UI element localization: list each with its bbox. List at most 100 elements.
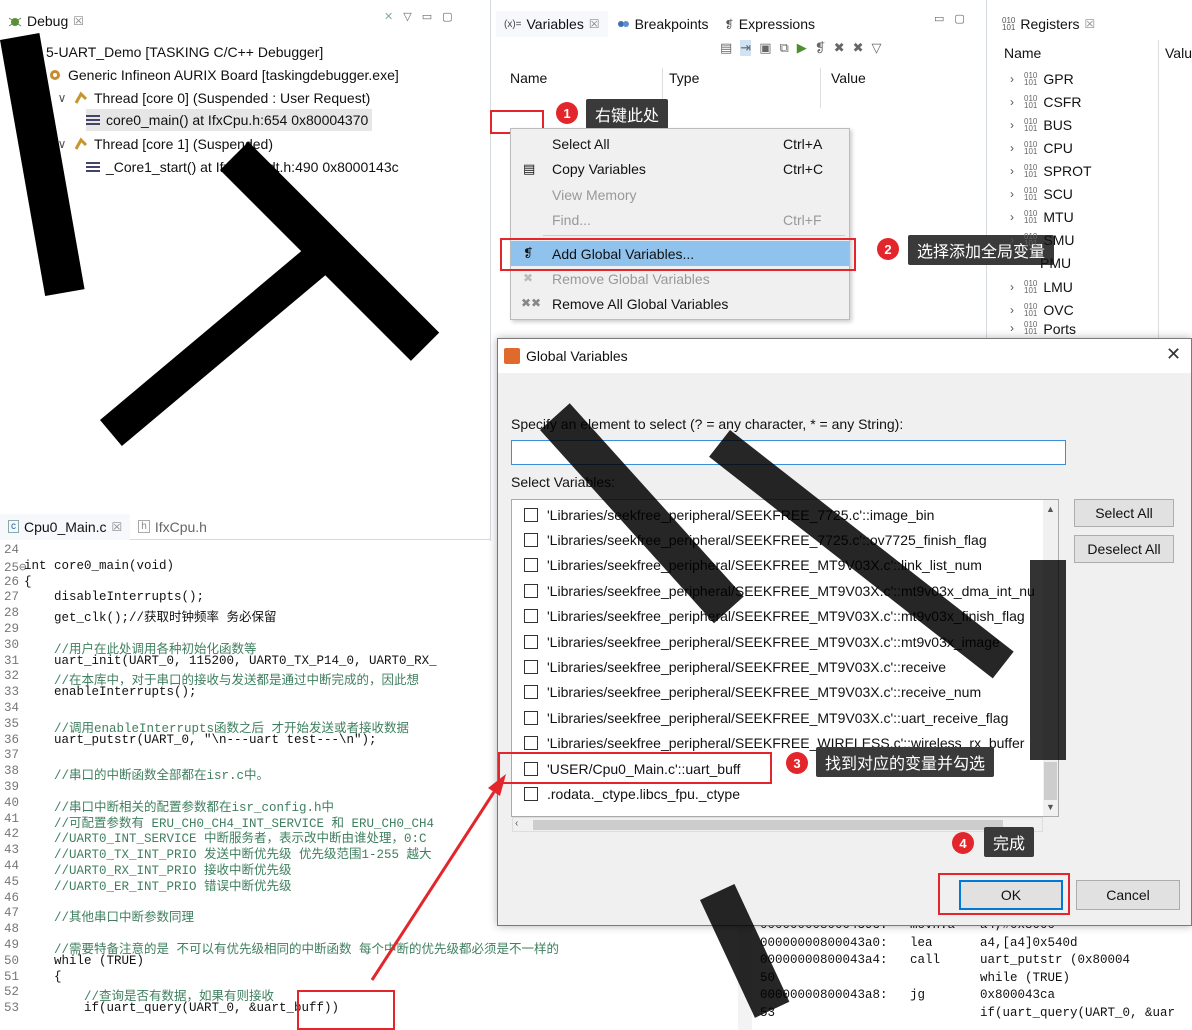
variable-checkbox[interactable] xyxy=(524,659,538,674)
tree-label: 5-UART_Demo [TASKING C/C++ Debugger] xyxy=(46,44,324,60)
column-value[interactable]: Value xyxy=(831,70,866,86)
view-menu-icon[interactable]: ▽ xyxy=(872,40,882,56)
chevron-right-icon[interactable]: › xyxy=(1006,321,1018,335)
variable-list-item[interactable]: 'Libraries/seekfree_peripheral/SEEKFREE_… xyxy=(524,502,934,527)
tab-expressions[interactable]: ❡ Expressions xyxy=(717,11,823,37)
minimize-icon[interactable]: ▭ xyxy=(934,12,944,25)
variable-checkbox[interactable] xyxy=(524,558,538,573)
menu-item-remove-all-global-variables[interactable]: ✖✖ Remove All Global Variables xyxy=(511,291,849,316)
registers-column-value[interactable]: Valu xyxy=(1165,45,1192,61)
tab-ifxcpu[interactable]: h IfxCpu.h xyxy=(130,514,215,540)
menu-item-copy-variables[interactable]: ▤ Copy Variables Ctrl+C xyxy=(511,156,849,181)
close-icon[interactable]: ☒ xyxy=(73,14,84,28)
code-line: 38 //串口的中断函数全部都在isr.c中。 xyxy=(0,764,269,783)
tab-registers[interactable]: 010 101 Registers ☒ xyxy=(994,11,1103,37)
tab-breakpoints[interactable]: Breakpoints xyxy=(608,11,717,37)
variable-list-item[interactable]: 'Libraries/seekfree_peripheral/SEEKFREE_… xyxy=(524,680,981,705)
collapse-all-icon[interactable]: ▤ xyxy=(720,40,732,56)
expressions-icon[interactable]: ❡ xyxy=(815,40,826,56)
line-number: 53 xyxy=(4,1001,20,1016)
horizontal-scrollbar[interactable]: ‹ xyxy=(512,817,1043,832)
callout-step3: 找到对应的变量并勾选 xyxy=(816,747,995,777)
register-group-gpr[interactable]: › 010 101 GPR xyxy=(1006,67,1074,90)
deselect-all-button[interactable]: Deselect All xyxy=(1074,535,1174,563)
chevron-down-icon[interactable]: ∨ xyxy=(56,91,68,105)
tab-variables[interactable]: (x)= Variables ☒ xyxy=(496,11,608,37)
chevron-right-icon[interactable]: › xyxy=(1006,303,1018,317)
registers-column-name[interactable]: Name xyxy=(1004,45,1041,61)
variable-list-item[interactable]: 'Libraries/seekfree_peripheral/SEEKFREE_… xyxy=(524,705,1008,730)
tree-frame-core0[interactable]: core0_main() at IfxCpu.h:654 0x80004370 xyxy=(86,109,373,131)
column-name[interactable]: Name xyxy=(510,70,547,86)
variable-checkbox[interactable] xyxy=(524,507,538,522)
register-group-label: MTU xyxy=(1043,208,1074,225)
remove-icon[interactable]: ✖ xyxy=(834,40,845,56)
add-global-icon[interactable]: ▶ xyxy=(797,40,807,56)
tree-thread-core0[interactable]: ∨ Thread [core 0] (Suspended : User Requ… xyxy=(56,87,371,109)
variable-checkbox[interactable] xyxy=(524,685,538,700)
chevron-right-icon[interactable]: › xyxy=(1006,164,1018,178)
variable-checkbox[interactable] xyxy=(524,736,538,751)
tree-target[interactable]: ∨ Generic Infineon AURIX Board [taskingd… xyxy=(30,64,399,86)
layout-icon[interactable]: ▣ xyxy=(759,40,771,56)
register-group-pmu[interactable]: PMU xyxy=(1040,251,1071,274)
chevron-right-icon[interactable]: › xyxy=(1006,72,1018,86)
register-group-ports[interactable]: › 010 101 Ports xyxy=(1006,321,1076,338)
scroll-up-icon[interactable]: ▲ xyxy=(1046,504,1055,514)
tree-launch[interactable]: ∨ 5-UART_Demo [TASKING C/C++ Debugger] xyxy=(8,41,324,63)
variable-checkbox[interactable] xyxy=(524,710,538,725)
remove-all-icon[interactable]: ✖ xyxy=(853,40,864,56)
scroll-down-icon[interactable]: ▼ xyxy=(1046,802,1055,812)
chevron-right-icon[interactable]: › xyxy=(1006,95,1018,109)
register-group-cpu[interactable]: › 010 101 CPU xyxy=(1006,136,1073,159)
line-number: 26 xyxy=(4,574,20,589)
register-group-csfr[interactable]: › 010 101 CSFR xyxy=(1006,90,1081,113)
show-type-names-icon[interactable]: ⇥ xyxy=(740,40,752,56)
variable-list-item[interactable]: 'Libraries/seekfree_peripheral/SEEKFREE_… xyxy=(524,654,946,679)
register-group-mtu[interactable]: › 010 101 MTU xyxy=(1006,205,1074,228)
variable-checkbox[interactable] xyxy=(524,532,538,547)
chevron-right-icon[interactable]: › xyxy=(1006,187,1018,201)
chevron-right-icon[interactable]: › xyxy=(1006,210,1018,224)
chevron-right-icon[interactable]: › xyxy=(1006,233,1018,247)
tab-debug[interactable]: Debug ☒ xyxy=(0,8,92,34)
variable-checkbox[interactable] xyxy=(524,634,538,649)
chevron-right-icon[interactable]: › xyxy=(1006,141,1018,155)
select-all-button[interactable]: Select All xyxy=(1074,499,1174,527)
register-group-scu[interactable]: › 010 101 SCU xyxy=(1006,182,1073,205)
disassembly-view[interactable]: 000000008000439c:movh.aa4,#0x80000000000… xyxy=(752,916,1192,1030)
code-line: 24 xyxy=(0,543,24,557)
variable-list-item[interactable]: 'Libraries/seekfree_peripheral/SEEKFREE_… xyxy=(524,527,987,552)
maximize-icon[interactable]: ▢ xyxy=(954,12,964,25)
close-icon[interactable]: ☒ xyxy=(112,520,123,534)
variable-checkbox[interactable] xyxy=(524,583,538,598)
cancel-button[interactable]: Cancel xyxy=(1076,880,1180,910)
close-icon[interactable]: ✕ xyxy=(1166,344,1181,365)
register-group-sprot[interactable]: › 010 101 SPROT xyxy=(1006,159,1092,182)
variable-list-item[interactable]: .rodata._ctype.libcs_fpu._ctype xyxy=(524,781,740,806)
menu-item-view-memory[interactable]: View Memory xyxy=(511,182,849,207)
register-group-ovc[interactable]: › 010 101 OVC xyxy=(1006,298,1074,321)
register-group-bus[interactable]: › 010 101 BUS xyxy=(1006,113,1072,136)
menu-item-select-all[interactable]: Select All Ctrl+A xyxy=(511,131,849,156)
register-group-lmu[interactable]: › 010 101 LMU xyxy=(1006,275,1073,298)
new-view-icon[interactable]: ⧉ xyxy=(780,40,789,56)
variable-list-item[interactable]: 'Libraries/seekfree_peripheral/SEEKFREE_… xyxy=(524,578,1035,603)
variable-checkbox[interactable] xyxy=(524,609,538,624)
remove-terminated-icon[interactable]: ✕ xyxy=(384,10,393,23)
close-icon[interactable]: ☒ xyxy=(1085,17,1096,31)
menu-item-find[interactable]: Find... Ctrl+F xyxy=(511,207,849,232)
chevron-right-icon[interactable]: › xyxy=(1006,118,1018,132)
close-icon[interactable]: ☒ xyxy=(589,17,600,31)
tab-cpu0-main[interactable]: c Cpu0_Main.c ☒ xyxy=(0,513,131,540)
chevron-right-icon[interactable]: › xyxy=(1006,280,1018,294)
register-group-smu[interactable]: › 010 101 SMU xyxy=(1006,228,1074,251)
scrollbar-thumb[interactable] xyxy=(1044,762,1057,800)
view-menu-icon[interactable]: ▽ xyxy=(403,10,411,23)
scrollbar-thumb[interactable] xyxy=(533,820,1003,830)
column-type[interactable]: Type xyxy=(669,70,699,86)
minimize-icon[interactable]: ▭ xyxy=(422,10,432,23)
variable-list-item[interactable]: 'Libraries/seekfree_peripheral/SEEKFREE_… xyxy=(524,629,1000,654)
variable-checkbox[interactable] xyxy=(524,786,538,801)
maximize-icon[interactable]: ▢ xyxy=(442,10,452,23)
